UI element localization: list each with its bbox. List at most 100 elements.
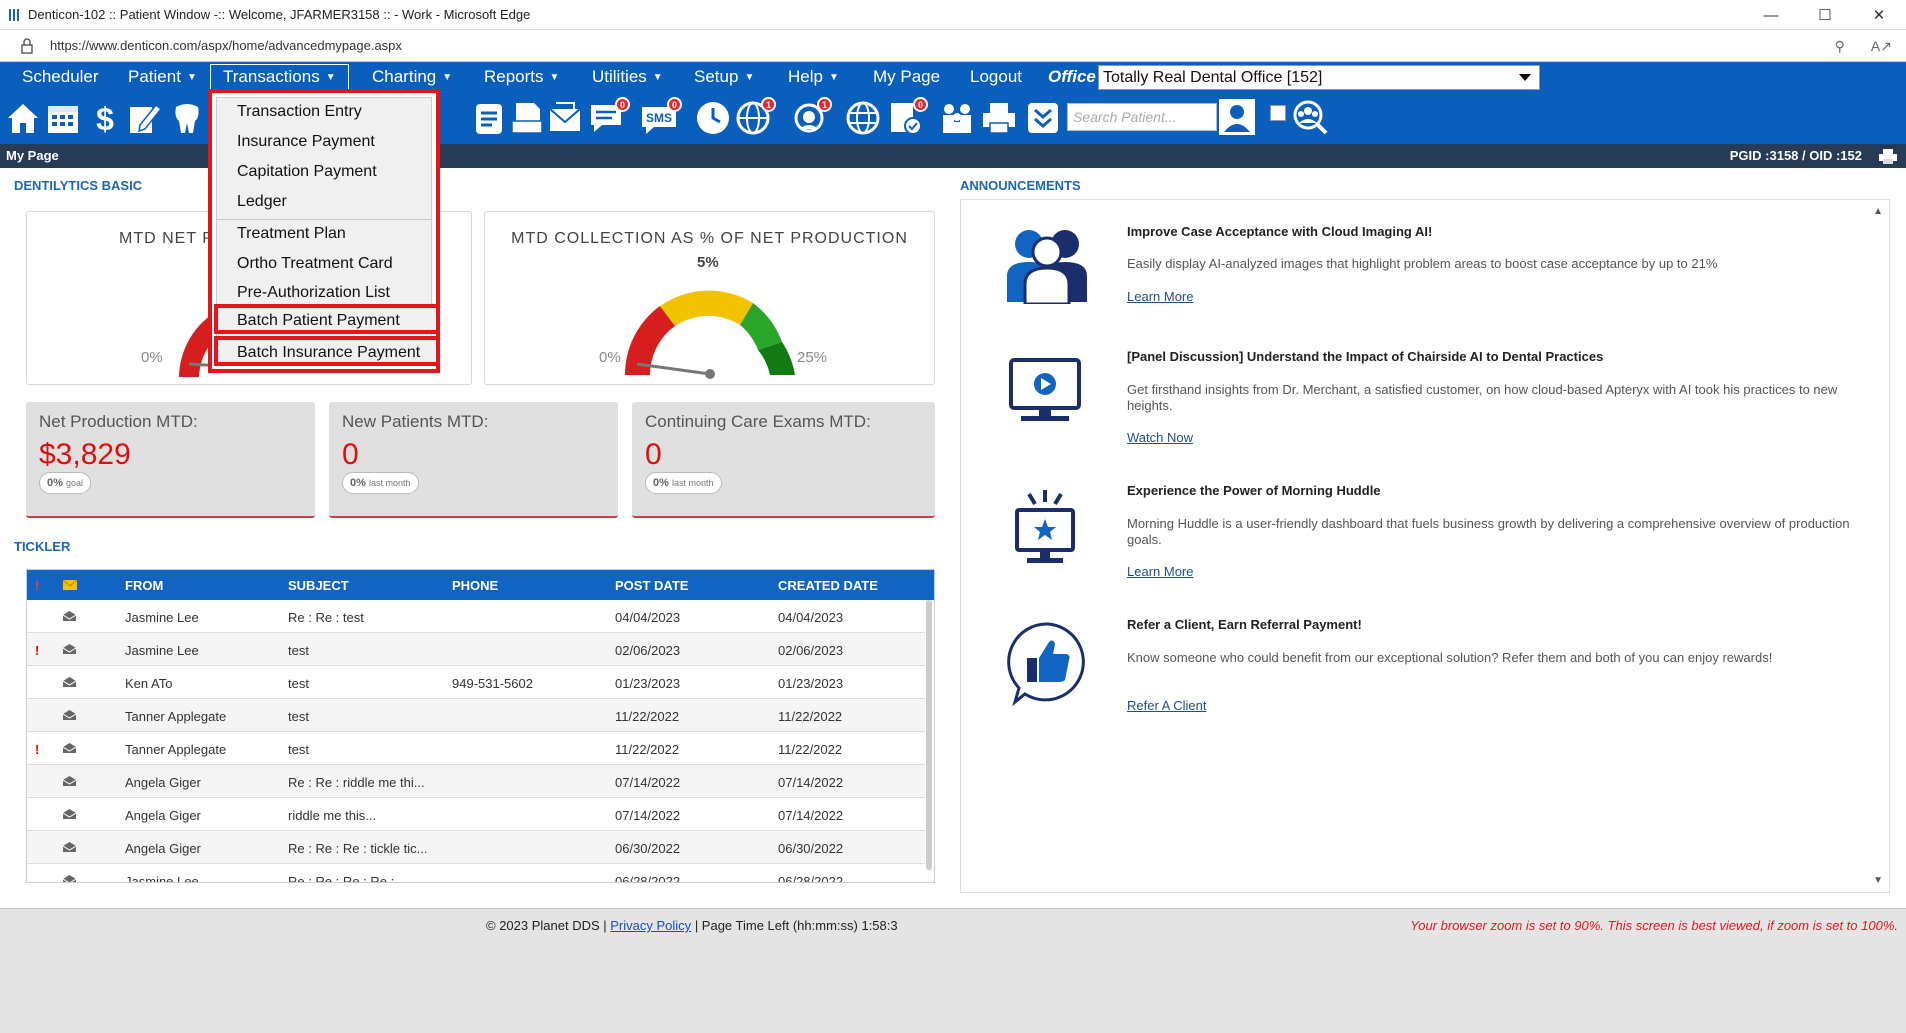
table-row[interactable]: ! Tanner Applegate test 11/22/2022 11/22/202… bbox=[27, 732, 925, 765]
table-row[interactable]: Angela Giger Re : Re : Re : tickle tic...… bbox=[27, 831, 925, 864]
envelope-header-icon[interactable] bbox=[63, 580, 77, 590]
calendar-icon[interactable] bbox=[44, 99, 82, 137]
cell-post: 11/22/2022 bbox=[615, 709, 680, 724]
cell-from: Angela Giger bbox=[125, 775, 201, 790]
web-globe-icon[interactable] bbox=[844, 99, 882, 137]
app-window: Denticon-102 :: Patient Window -:: Welco… bbox=[0, 0, 1906, 1033]
denticon-app-icon bbox=[9, 8, 19, 21]
minimize-icon[interactable]: — bbox=[1744, 0, 1798, 30]
nav-setup[interactable]: Setup ▼ bbox=[694, 62, 754, 92]
envelope-open-icon bbox=[63, 710, 76, 720]
col-created-date[interactable]: CREATED DATE bbox=[778, 578, 878, 593]
gauge-collection bbox=[624, 290, 795, 379]
read-aloud-icon[interactable]: A↗ bbox=[1871, 38, 1892, 55]
learn-more-link[interactable]: Learn More bbox=[1127, 564, 1193, 579]
menu-insurance-payment[interactable]: Insurance Payment bbox=[237, 133, 375, 151]
nav-patient[interactable]: Patient ▼ bbox=[128, 62, 197, 92]
patient-search-icon[interactable] bbox=[1218, 98, 1256, 136]
learn-more-link[interactable]: Learn More bbox=[1127, 289, 1193, 304]
refer-client-link[interactable]: Refer A Client bbox=[1127, 698, 1207, 713]
search-option-checkbox[interactable] bbox=[1270, 105, 1286, 121]
nav-charting[interactable]: Charting ▼ bbox=[372, 62, 452, 92]
edit-notes-icon[interactable] bbox=[126, 99, 164, 137]
table-row[interactable]: Tanner Applegate test 11/22/2022 11/22/2022 bbox=[27, 699, 925, 732]
col-subject[interactable]: SUBJECT bbox=[288, 578, 349, 593]
watch-now-link[interactable]: Watch Now bbox=[1127, 430, 1193, 445]
nav-help[interactable]: Help ▼ bbox=[788, 62, 839, 92]
lock-icon bbox=[21, 37, 33, 54]
table-row[interactable]: Jasmine Lee Re : Re : test 04/04/2023 04/04… bbox=[27, 600, 925, 633]
print-form-icon[interactable] bbox=[508, 99, 546, 137]
nav-transactions[interactable]: Transactions ▼ bbox=[210, 64, 349, 90]
privacy-policy-link[interactable]: Privacy Policy bbox=[610, 918, 691, 933]
dollar-icon[interactable]: $ bbox=[86, 99, 124, 137]
nav-scheduler[interactable]: Scheduler bbox=[22, 62, 99, 92]
kpi-pill-sub: last month bbox=[671, 478, 714, 488]
printer-icon[interactable] bbox=[980, 99, 1018, 137]
flag-header[interactable]: ! bbox=[35, 578, 39, 593]
page-footer: © 2023 Planet DDS | Privacy Policy | Pag… bbox=[0, 908, 1906, 1033]
cell-subject: Re : Re : test bbox=[288, 610, 364, 625]
nav-reports[interactable]: Reports ▼ bbox=[484, 62, 559, 92]
menu-capitation-payment[interactable]: Capitation Payment bbox=[237, 163, 377, 181]
table-row[interactable]: Angela Giger Re : Re : riddle me thi... 07… bbox=[27, 765, 925, 798]
office-select[interactable]: Totally Real Dental Office [152] bbox=[1098, 65, 1540, 90]
home-icon[interactable] bbox=[4, 99, 42, 137]
practice-ids: PGID :3158 / OID :152 bbox=[1729, 148, 1862, 163]
scroll-up-icon[interactable]: ▲ bbox=[1873, 206, 1883, 217]
tooth-icon[interactable] bbox=[168, 99, 206, 137]
support-agent-icon[interactable]: 1 bbox=[790, 97, 832, 137]
nav-label: Utilities bbox=[592, 67, 647, 86]
cell-phone: 949-531-5602 bbox=[452, 676, 533, 691]
envelope-open-icon bbox=[63, 677, 76, 687]
scroll-down-icon[interactable]: ▼ bbox=[1873, 875, 1883, 886]
menu-pre-authorization-list[interactable]: Pre-Authorization List bbox=[237, 284, 390, 302]
cell-created: 07/14/2022 bbox=[778, 808, 844, 823]
announcement-text: Morning Huddle is a user-friendly dashbo… bbox=[1127, 516, 1850, 547]
collapse-chevron-icon[interactable] bbox=[1024, 99, 1062, 137]
nav-logout[interactable]: Logout bbox=[970, 62, 1022, 92]
col-phone[interactable]: PHONE bbox=[452, 578, 498, 593]
group-icon bbox=[1007, 230, 1087, 304]
maximize-icon[interactable]: ☐ bbox=[1798, 0, 1852, 30]
table-row[interactable]: Ken ATo test 949-531-5602 01/23/2023 01/23/2… bbox=[27, 666, 925, 699]
menu-batch-patient-payment[interactable]: Batch Patient Payment bbox=[237, 312, 400, 330]
nav-utilities[interactable]: Utilities ▼ bbox=[592, 62, 663, 92]
col-from[interactable]: FROM bbox=[125, 578, 163, 593]
announcement-title: Improve Case Acceptance with Cloud Imagi… bbox=[1127, 224, 1433, 239]
menu-transaction-entry[interactable]: Transaction Entry bbox=[237, 103, 362, 121]
close-icon[interactable]: ✕ bbox=[1852, 0, 1906, 30]
document-list-icon[interactable] bbox=[470, 99, 508, 137]
cell-post: 11/22/2022 bbox=[615, 742, 680, 757]
cell-from: Jasmine Lee bbox=[125, 874, 199, 883]
table-row[interactable]: Angela Giger riddle me this... 07/14/2022 0… bbox=[27, 798, 925, 831]
gauge-panel-collection: MTD COLLECTION AS % OF NET PRODUCTION 5%… bbox=[484, 211, 935, 385]
messages-icon[interactable]: 0 bbox=[588, 97, 630, 137]
table-row[interactable]: ! Jasmine Lee test 02/06/2023 02/06/2023 bbox=[27, 633, 925, 666]
cell-created: 06/30/2022 bbox=[778, 841, 844, 856]
announcements-title: ANNOUNCEMENTS bbox=[960, 178, 1081, 193]
zoom-out-icon[interactable]: ⚲ bbox=[1835, 38, 1845, 55]
globe-alert-icon[interactable]: 1 bbox=[734, 97, 776, 137]
menu-treatment-plan[interactable]: Treatment Plan bbox=[237, 225, 346, 243]
forms-check-icon[interactable]: 0 bbox=[886, 97, 928, 137]
col-post-date[interactable]: POST DATE bbox=[615, 578, 688, 593]
clock-icon[interactable] bbox=[694, 99, 732, 137]
table-row[interactable]: Jasmine Lee Re : Re : Re : Re : 06/28/2022… bbox=[27, 864, 925, 883]
menu-ledger[interactable]: Ledger bbox=[237, 193, 287, 211]
zoom-warning: Your browser zoom is set to 90%. This sc… bbox=[1410, 918, 1898, 933]
nav-my-page[interactable]: My Page bbox=[873, 62, 940, 92]
cell-from: Jasmine Lee bbox=[125, 643, 199, 658]
table-scrollbar[interactable] bbox=[926, 600, 932, 870]
announcement-text: Easily display AI-analyzed images that h… bbox=[1127, 256, 1718, 271]
menu-ortho-treatment-card[interactable]: Ortho Treatment Card bbox=[237, 255, 393, 273]
sms-icon[interactable]: SMS 0 bbox=[640, 97, 682, 137]
patient-search-input[interactable]: Search Patient... bbox=[1067, 103, 1217, 131]
menu-batch-insurance-payment[interactable]: Batch Insurance Payment bbox=[237, 344, 420, 362]
family-icon[interactable] bbox=[938, 99, 976, 137]
group-search-icon[interactable] bbox=[1292, 99, 1330, 137]
mail-icon[interactable] bbox=[546, 99, 584, 137]
print-page-icon[interactable] bbox=[1878, 148, 1898, 164]
url-field[interactable]: https://www.denticon.com/aspx/home/advan… bbox=[50, 38, 402, 53]
messages-badge: 0 bbox=[615, 97, 630, 112]
